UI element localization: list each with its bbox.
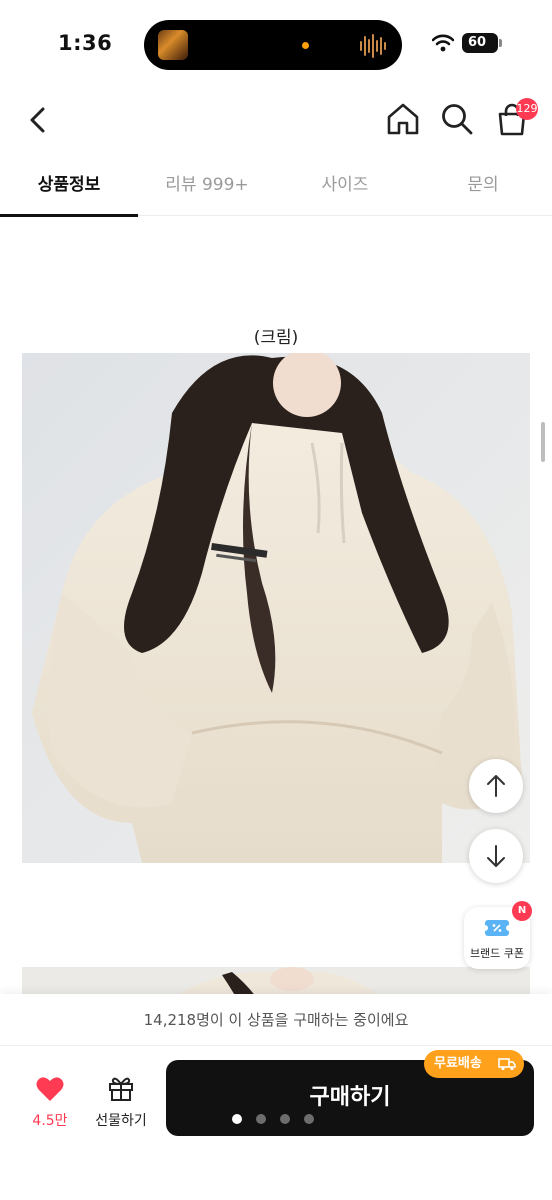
product-photo xyxy=(22,353,530,863)
page-dot[interactable] xyxy=(304,1114,314,1124)
like-count: 4.5만 xyxy=(32,1113,68,1129)
dynamic-island[interactable] xyxy=(144,20,402,70)
product-tabs: 상품정보 리뷰 999+ 사이즈 문의 xyxy=(0,158,552,217)
bottom-action-bar: 4.5만 선물하기 구매하기 무료배송 xyxy=(0,1046,552,1200)
now-playing-artwork xyxy=(158,30,188,60)
image-page-dots xyxy=(232,1114,314,1124)
home-icon[interactable] xyxy=(384,100,422,138)
coupon-icon xyxy=(484,920,510,936)
coupon-label: 브랜드 쿠폰 xyxy=(469,947,525,960)
search-icon[interactable] xyxy=(438,100,476,138)
gift-button[interactable]: 선물하기 xyxy=(86,1072,156,1134)
free-shipping-badge: 무료배송 xyxy=(424,1050,524,1078)
brand-coupon-button[interactable]: 브랜드 쿠폰 N xyxy=(464,901,532,969)
tab-inquiry[interactable]: 문의 xyxy=(414,158,552,216)
new-badge: N xyxy=(512,901,532,921)
tab-reviews[interactable]: 리뷰 999+ xyxy=(138,158,276,216)
page-dot[interactable] xyxy=(256,1114,266,1124)
product-color-caption: (크림) xyxy=(253,328,299,348)
scroll-up-button[interactable] xyxy=(469,759,523,813)
battery-level: 60 xyxy=(467,35,487,50)
heart-icon xyxy=(36,1077,64,1101)
product-photo-2 xyxy=(22,967,530,994)
mic-indicator-icon xyxy=(302,42,309,49)
gift-label: 선물하기 xyxy=(95,1113,147,1129)
free-shipping-label: 무료배송 xyxy=(434,1056,482,1071)
app-header: 129 xyxy=(0,90,552,152)
scrollbar[interactable] xyxy=(541,422,545,462)
cart-count-badge: 129 xyxy=(516,98,538,120)
battery-icon: 60 xyxy=(462,33,502,53)
product-detail-content[interactable]: (크림) 브랜드 쿠폰 N xyxy=(0,217,552,994)
like-button[interactable]: 4.5만 xyxy=(26,1072,74,1134)
purchase-notice: 14,218명이 이 상품을 구매하는 중이에요 xyxy=(0,994,552,1046)
tab-size[interactable]: 사이즈 xyxy=(276,158,414,216)
cart-button[interactable]: 129 xyxy=(492,98,538,140)
status-time: 1:36 xyxy=(58,31,113,55)
back-icon[interactable] xyxy=(18,100,58,140)
scroll-down-button[interactable] xyxy=(469,829,523,883)
gift-icon xyxy=(109,1077,133,1101)
truck-icon xyxy=(498,1058,516,1071)
audio-waveform-icon xyxy=(360,32,390,60)
page-dot[interactable] xyxy=(232,1114,242,1124)
status-bar: 1:36 60 xyxy=(0,0,552,90)
page-dot[interactable] xyxy=(280,1114,290,1124)
tab-product-info[interactable]: 상품정보 xyxy=(0,158,138,217)
wifi-icon xyxy=(432,34,454,52)
